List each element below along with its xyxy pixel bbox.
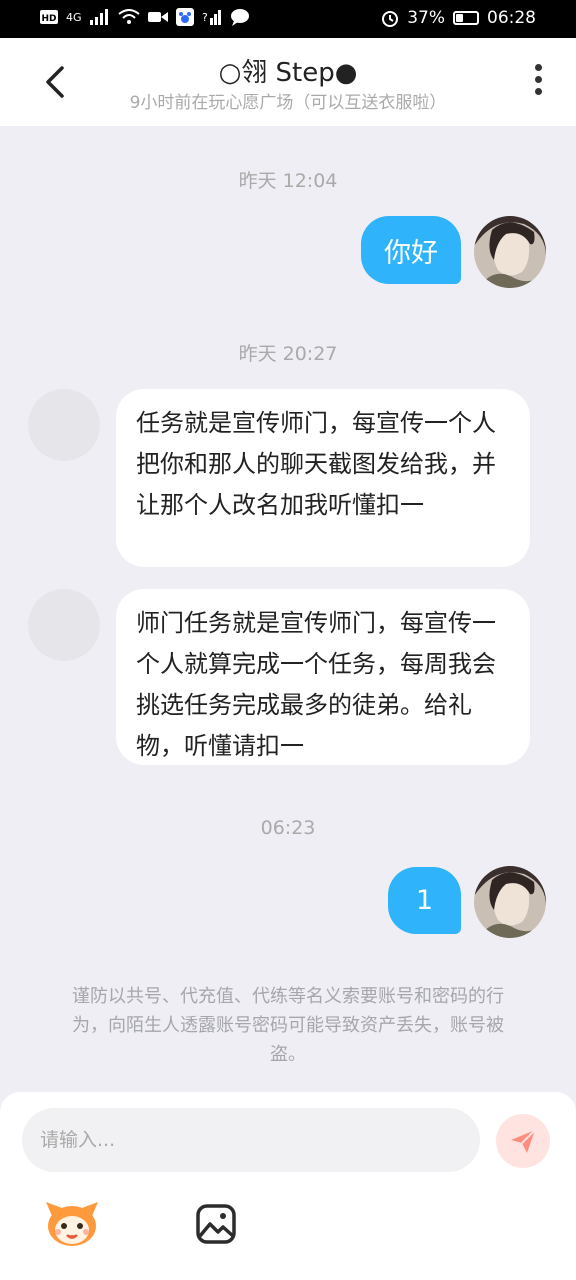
more-options-button[interactable] bbox=[530, 64, 546, 100]
sender-avatar[interactable] bbox=[28, 589, 100, 661]
input-bar bbox=[0, 1092, 576, 1280]
message-bubble-icon bbox=[230, 9, 249, 26]
image-picker-button[interactable] bbox=[196, 1204, 236, 1244]
battery-percent: 37% bbox=[407, 8, 445, 28]
message-timestamp: 昨天 20:27 bbox=[238, 343, 338, 365]
mascot-face-icon bbox=[46, 1202, 98, 1246]
contact-name: ○翎 Step● bbox=[218, 58, 358, 88]
signal-2-icon: ? bbox=[202, 10, 221, 25]
sender-avatar[interactable] bbox=[28, 389, 100, 461]
network-type-label: 4G bbox=[66, 10, 82, 24]
send-button[interactable] bbox=[496, 1114, 550, 1168]
incoming-message[interactable]: 师门任务就是宣传师门，每宣传一个人就算完成一个任务，每周我会挑选任务完成最多的徒… bbox=[116, 589, 530, 765]
outgoing-message[interactable]: 你好 bbox=[361, 216, 461, 284]
video-icon bbox=[147, 12, 168, 22]
signal-icon bbox=[89, 9, 108, 25]
status-bar: HD 4G ? 37% 06:28 bbox=[0, 0, 576, 38]
contact-status: 9小时前在玩心愿广场（可以互送衣服啦） bbox=[129, 93, 447, 113]
battery-level bbox=[456, 14, 463, 22]
svg-text:?: ? bbox=[202, 11, 208, 24]
outgoing-message[interactable]: 1 bbox=[388, 867, 461, 934]
status-icons-left: HD 4G ? bbox=[40, 8, 250, 26]
emoji-sticker-button[interactable] bbox=[44, 1198, 100, 1248]
wifi-icon bbox=[117, 9, 140, 24]
alarm-icon bbox=[382, 11, 399, 27]
incoming-message[interactable]: 任务就是宣传师门，每宣传一个人把你和那人的聊天截图发给我，并让那个人改名加我听懂… bbox=[116, 389, 530, 567]
hd-icon: HD bbox=[40, 10, 58, 24]
user-avatar[interactable] bbox=[474, 866, 546, 938]
message-timestamp: 昨天 12:04 bbox=[238, 170, 338, 192]
status-icons-right: 37% 06:28 bbox=[381, 8, 536, 28]
baidu-app-icon bbox=[175, 8, 194, 26]
user-avatar[interactable] bbox=[474, 216, 546, 288]
user-avatar-image bbox=[474, 216, 546, 288]
clock: 06:28 bbox=[487, 8, 536, 28]
user-avatar-image bbox=[474, 866, 546, 938]
security-warning: 谨防以共号、代充值、代练等名义索要账号和密码的行为，向陌生人透露账号密码可能导致… bbox=[72, 986, 504, 1065]
paper-plane-icon bbox=[511, 1129, 536, 1153]
image-icon bbox=[196, 1204, 236, 1244]
battery-icon bbox=[453, 11, 479, 25]
svg-text:HD: HD bbox=[41, 14, 56, 24]
chat-header: ○翎 Step● 9小时前在玩心愿广场（可以互送衣服啦） bbox=[0, 38, 576, 126]
message-input[interactable] bbox=[22, 1108, 480, 1172]
message-timestamp: 06:23 bbox=[260, 817, 316, 839]
